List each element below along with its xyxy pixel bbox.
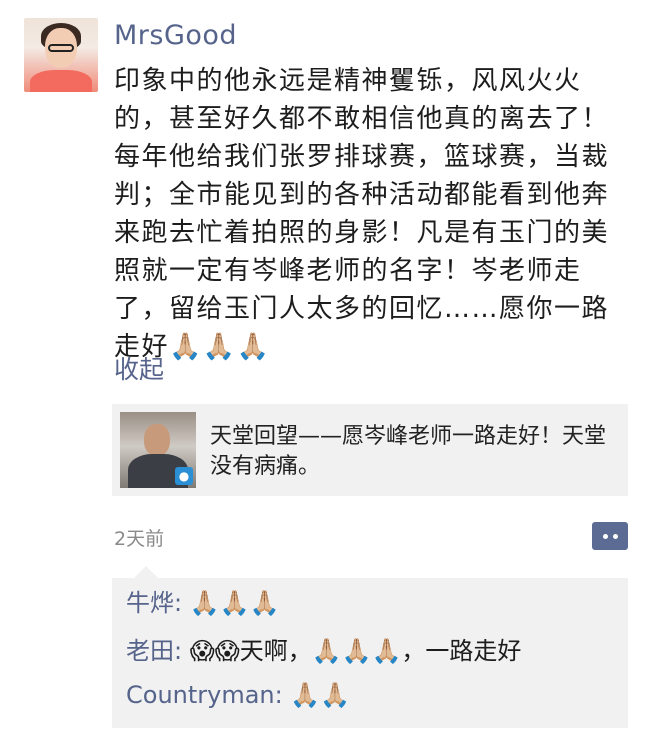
avatar-shirt [30, 70, 92, 92]
comment-colon: : [274, 681, 291, 709]
comment-menu-button[interactable] [592, 522, 628, 550]
comment-text: 🙏🏼🙏🏼 [290, 681, 351, 709]
post-username[interactable]: MrsGood [114, 20, 237, 51]
comment-text: 🙏🏼🙏🏼🙏🏼 [189, 589, 280, 617]
comments-section: 牛烨: 🙏🏼🙏🏼🙏🏼 老田: 😱😱天啊，🙏🏼🙏🏼🙏🏼，一路走好 Countrym… [112, 566, 628, 728]
user-avatar[interactable] [24, 18, 98, 92]
comment-text: 😱😱天啊，🙏🏼🙏🏼🙏🏼，一路走好 [189, 637, 522, 665]
avatar-glasses [48, 44, 74, 52]
collapse-link[interactable]: 收起 [114, 350, 164, 386]
comment-colon: : [174, 589, 190, 617]
shared-article-card[interactable]: ● 天堂回望——愿岑峰老师一路走好！天堂没有病痛。 [112, 404, 628, 496]
article-thumbnail-icon: ● [120, 412, 196, 488]
comment-dot-icon [602, 533, 608, 539]
commenter-name[interactable]: 牛烨 [126, 589, 174, 617]
thumbnail-badge-icon: ● [175, 467, 193, 485]
comment-item[interactable]: Countryman: 🙏🏼🙏🏼 [126, 678, 350, 712]
comment-item[interactable]: 老田: 😱😱天啊，🙏🏼🙏🏼🙏🏼，一路走好 [126, 634, 521, 668]
commenter-name[interactable]: 老田 [126, 637, 174, 665]
post-timestamp: 2天前 [114, 528, 165, 550]
comment-dot-icon [612, 533, 618, 539]
comment-item[interactable]: 牛烨: 🙏🏼🙏🏼🙏🏼 [126, 586, 279, 620]
thumbnail-person-head [144, 424, 170, 456]
post-text: 印象中的他永远是精神矍铄，风风火火的，甚至好久都不敢相信他真的离去了！每年他给我… [114, 66, 610, 362]
comment-colon: : [174, 637, 190, 665]
shared-article-title: 天堂回望——愿岑峰老师一路走好！天堂没有病痛。 [210, 424, 607, 479]
commenter-name[interactable]: Countryman [126, 681, 275, 709]
